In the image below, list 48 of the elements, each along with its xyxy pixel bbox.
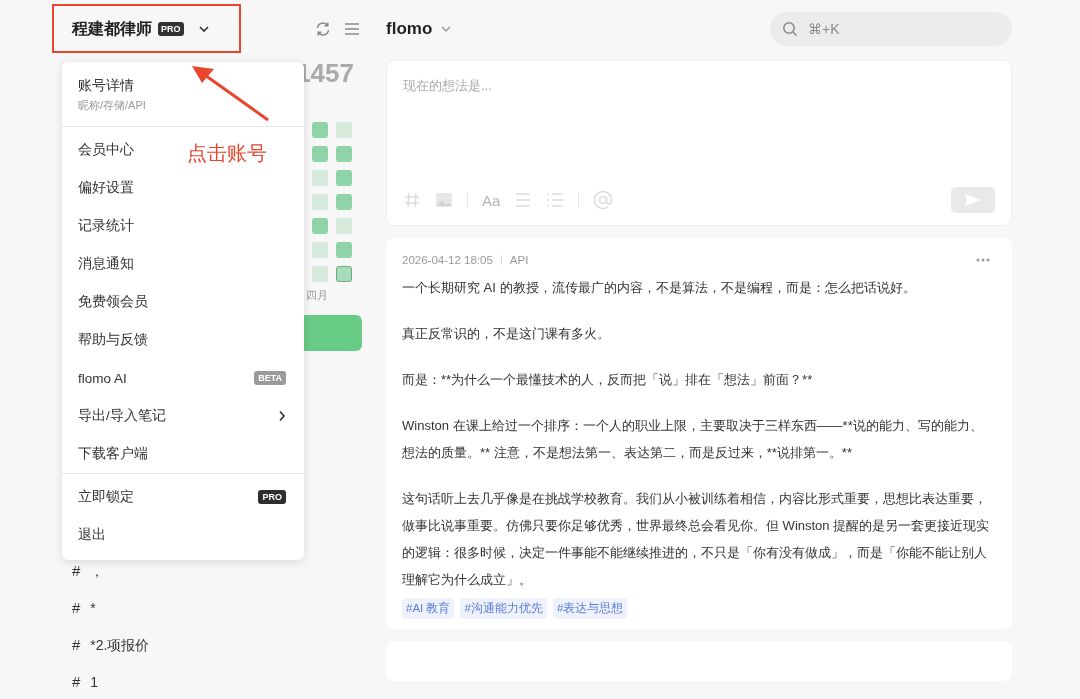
search-icon xyxy=(782,21,798,37)
search-input[interactable]: ⌘+K xyxy=(806,20,990,38)
memo-tag[interactable]: #AI 教育 xyxy=(402,598,455,619)
memo-source: API xyxy=(509,254,529,266)
tag-item[interactable]: # *2.项报价 xyxy=(72,633,362,657)
memo-tag[interactable]: #沟通能力优先 xyxy=(460,598,547,619)
menu-item[interactable]: 账号详情 昵称/存储/API xyxy=(62,70,304,120)
image-icon[interactable] xyxy=(435,192,453,208)
account-name: 程建都律师 xyxy=(72,18,152,39)
account-switcher[interactable]: 程建都律师 PRO xyxy=(72,18,210,40)
pro-badge: PRO xyxy=(158,22,184,36)
chevron-down-icon xyxy=(197,25,210,33)
menu-item[interactable]: 帮助与反馈 xyxy=(78,331,148,349)
month-label: 四月 xyxy=(306,288,329,303)
menu-item[interactable]: 偏好设置 xyxy=(78,179,134,197)
more-icon[interactable] xyxy=(976,258,990,262)
menu-item[interactable]: 导出/导入笔记 xyxy=(62,397,304,435)
menu-item[interactable]: flomo AI BETA xyxy=(62,359,304,397)
mention-icon[interactable] xyxy=(593,190,614,210)
menu-badge: PRO xyxy=(258,490,286,504)
menu-item[interactable]: 立即锁定 PRO xyxy=(62,478,304,516)
bullet-list-icon[interactable] xyxy=(514,192,533,208)
menu-icon[interactable] xyxy=(344,22,360,36)
menu-item[interactable]: 退出 xyxy=(78,526,106,544)
chevron-right-icon xyxy=(278,410,286,422)
tag-item[interactable]: # * xyxy=(72,596,362,620)
memo-paragraph: 而是：**为什么一个最懂技术的人，反而把「说」排在「想法」前面？** xyxy=(402,371,814,389)
menu-item[interactable]: 消息通知 xyxy=(78,255,134,273)
memo-date: 2026-04-12 18:05 xyxy=(402,254,493,266)
menu-item[interactable]: 会员中心 xyxy=(78,141,134,159)
search-field[interactable]: ⌘+K xyxy=(770,12,1012,46)
tag-item[interactable]: # ， xyxy=(72,559,362,583)
menu-item[interactable]: 记录统计 xyxy=(78,217,134,235)
sync-icon[interactable] xyxy=(314,20,332,38)
annotation-text: 点击账号 xyxy=(187,141,267,166)
workspace-switcher[interactable]: flomo xyxy=(386,19,453,39)
memo-paragraph: 一个长期研究 AI 的教授，流传最广的内容，不是算法，不是编程，而是：怎么把话说好。 xyxy=(402,279,917,297)
menu-item[interactable]: 下载客户端 xyxy=(78,445,148,463)
memo-paragraph: 这句话听上去几乎像是在挑战学校教育。我们从小被训练着相信，内容比形式重要，思想比表达重要，做事比说事重要。仿佛只要你足够优秀，世界最终总会看见你。但 Winston 提醒的是另一套更接近现实的逻辑：很多时候，决定一件事能不能继续推进的，不只是「你有没有做成」，而是「你能不能让别人理解它为什么成立」。 xyxy=(402,490,990,589)
memo-tag[interactable]: #表达与思想 xyxy=(552,598,628,619)
chevron-down-icon xyxy=(440,25,453,33)
menu-badge: BETA xyxy=(254,371,286,385)
memo-paragraph: 真正反常识的，不是这门课有多火。 xyxy=(402,325,611,343)
hash-icon[interactable] xyxy=(403,191,421,209)
tag-item[interactable]: # 1 xyxy=(72,670,362,694)
menu-item[interactable]: 免费领会员 xyxy=(78,293,148,311)
memo-paragraph: Winston 在课上给过一个排序：一个人的职业上限，主要取决于三样东西——**说的能力、写的能力、想法的质量。** 注意，不是想法第一、表达第二，而是反过来，**说排第一。** xyxy=(402,417,984,462)
numbered-list-icon[interactable] xyxy=(546,192,565,208)
